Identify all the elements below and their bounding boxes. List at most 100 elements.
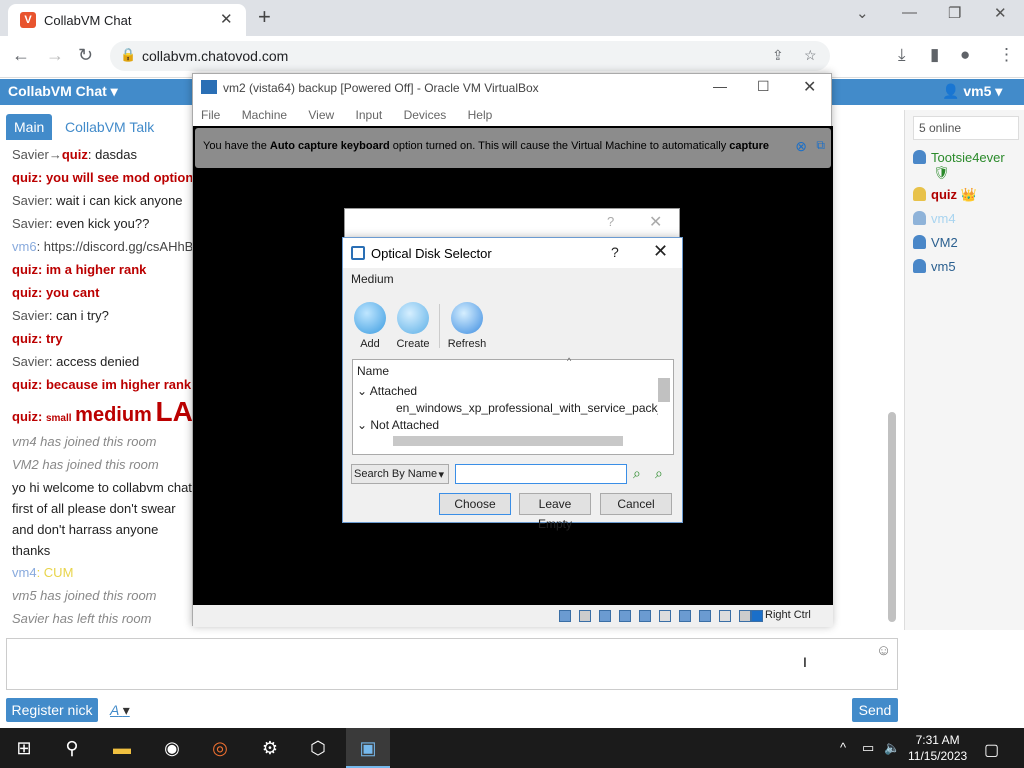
help-icon[interactable]: ? [611,244,619,260]
shared-folder-icon[interactable] [659,610,671,622]
tree-group-attached[interactable]: ⌄ Attached [357,384,417,398]
brand-dropdown[interactable]: CollabVM Chat ▾ [8,83,118,100]
tab-title: CollabVM Chat [44,13,132,28]
share-icon[interactable]: ⇪ [772,47,784,64]
profile-icon[interactable]: ● [960,45,970,65]
settings-icon[interactable]: ⚙ [258,736,282,760]
online-users-panel: 5 online Tootsie4ever 🛡 quiz 👑 vm4 VM2 vm… [904,110,1024,630]
virtualbox-icon[interactable]: ⬡ [306,736,330,760]
menu-icon[interactable]: ⋮ [998,45,1015,65]
download-icon[interactable]: ⤓ [898,45,906,65]
info-icon[interactable]: ⧉ [816,138,825,153]
start-icon[interactable]: ⊞ [12,736,36,760]
recording-icon[interactable] [699,610,711,622]
restore-icon[interactable]: ❐ [948,4,961,22]
hdd-icon[interactable] [559,610,571,622]
close-icon[interactable]: ✕ [649,212,662,232]
choose-button[interactable]: Choose [439,493,511,515]
network-icon[interactable] [619,610,631,622]
usb-icon[interactable] [639,610,651,622]
clock[interactable]: 7:31 AM 11/15/2023 [908,732,967,764]
message-input[interactable] [6,638,898,690]
user-item[interactable]: quiz 👑 [913,187,977,203]
create-disk-icon [397,302,429,334]
active-window-button[interactable]: ▣ [346,728,390,768]
chat-message: first of all please don't swear [12,501,176,516]
minimize-icon[interactable]: — [713,78,727,94]
close-tab-icon[interactable]: ✕ [220,10,233,28]
font-style-button[interactable]: A ▾ [110,702,130,719]
close-icon[interactable]: ✕ [653,241,668,262]
address-bar[interactable]: 🔒 collabvm.chatovod.com ☆ ⇪ [110,41,830,71]
toolbar: ← → ↻ 🔒 collabvm.chatovod.com ☆ ⇪ ⤓ ▮ ● … [0,36,1024,78]
system-message: Savier has left this room [12,611,152,626]
reload-icon[interactable]: ↻ [78,45,93,66]
vm-window-icon: ▣ [359,738,377,758]
help-icon[interactable]: ? [607,214,614,229]
chat-message: quiz: because im higher rank [12,377,192,392]
display-icon[interactable] [679,610,691,622]
menu-help[interactable]: Help [468,108,493,122]
tree-hscrollbar[interactable] [393,436,623,446]
menu-input[interactable]: Input [356,108,383,122]
network-icon[interactable]: ▭ [862,740,874,756]
add-disk-icon [354,302,386,334]
menu-machine[interactable]: Machine [242,108,287,122]
menu-devices[interactable]: Devices [404,108,447,122]
maximize-icon[interactable]: ☐ [757,78,770,95]
tree-item[interactable]: en_windows_xp_professional_with_service_… [396,401,658,415]
volume-icon[interactable]: 🔈 [884,740,900,756]
search-by-select[interactable]: Search By Name ▾ [351,464,449,484]
send-button[interactable]: Send [852,698,898,722]
search-icon[interactable]: ⌕ [633,465,641,482]
chat-message: thanks [12,543,51,558]
search-next-icon[interactable]: ⌕ [655,465,663,482]
cpu-icon[interactable] [719,610,731,622]
tray-chevron-icon[interactable]: ^ [840,740,846,755]
forward-icon[interactable]: → [46,45,64,66]
cancel-button[interactable]: Cancel [600,493,672,515]
back-icon[interactable]: ← [12,45,30,66]
firefox-icon[interactable]: ◎ [208,736,232,760]
close-window-icon[interactable]: ✕ [994,4,1007,22]
notifications-icon[interactable]: ▢ [984,740,999,760]
chrome-icon[interactable]: ◉ [160,736,184,760]
minimize-icon[interactable]: — [902,4,917,21]
tab-collabvm-talk[interactable]: CollabVM Talk [57,114,162,140]
user-item[interactable]: vm5 [913,259,956,274]
user-item[interactable]: vm4 [913,211,956,226]
tab-search-icon[interactable]: ⌄ [856,4,869,22]
search-input[interactable] [455,464,627,484]
audio-icon[interactable] [599,610,611,622]
add-button[interactable]: Add [350,302,390,350]
user-item[interactable]: VM2 [913,235,958,250]
menu-file[interactable]: File [201,108,220,122]
menu-view[interactable]: View [308,108,334,122]
tab-main[interactable]: Main [6,114,53,140]
user-item[interactable]: Tootsie4ever 🛡 [913,150,1005,181]
discord-link[interactable]: : https://discord.gg/csAHhB [37,239,192,254]
tree-header[interactable]: Name [357,364,389,378]
refresh-button[interactable]: Refresh [447,302,487,350]
chat-scrollbar[interactable] [888,412,896,622]
tree-group-not-attached[interactable]: ⌄ Not Attached [357,418,439,432]
emoji-icon[interactable]: ☺ [876,642,891,659]
new-tab-icon[interactable]: + [258,4,271,30]
mouse-integration-icon[interactable] [739,610,751,622]
create-button[interactable]: Create [393,302,433,350]
medium-tree[interactable]: ^ Name ⌄ Attached en_windows_xp_professi… [352,356,674,455]
chat-log: Savier→quiz: dasdas quiz: you will see m… [0,144,192,634]
register-nick-button[interactable]: Register nick [6,698,98,722]
bookmark-star-icon[interactable]: ☆ [804,47,817,64]
browser-tab[interactable]: V CollabVM Chat ✕ [8,4,246,36]
close-icon[interactable]: ✕ [803,77,816,97]
virtualbox-icon [201,80,217,94]
optical-icon[interactable] [579,610,591,622]
user-dropdown[interactable]: 👤 vm5 ▾ [942,83,1002,100]
side-panel-icon[interactable]: ▮ [930,45,939,65]
tree-scrollbar[interactable] [658,378,670,402]
file-explorer-icon[interactable]: ▬ [110,736,134,760]
close-notice-icon[interactable]: ⊗ [795,138,807,155]
search-icon[interactable]: ⚲ [60,736,84,760]
leave-empty-button[interactable]: Leave Empty [519,493,591,531]
